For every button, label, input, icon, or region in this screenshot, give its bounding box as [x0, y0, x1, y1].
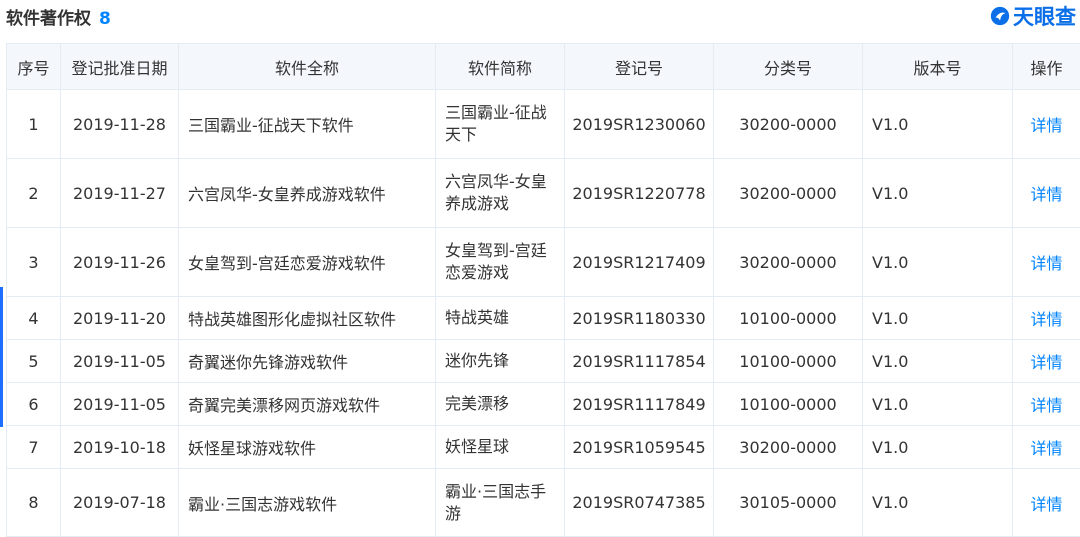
- row-reg-no: 2019SR1230060: [565, 90, 714, 159]
- row-class-no: 10100-0000: [714, 340, 863, 383]
- row-class-no: 30200-0000: [714, 426, 863, 469]
- section-title: 软件著作权 8: [6, 4, 111, 29]
- row-date: 2019-11-27: [61, 159, 179, 228]
- row-reg-no: 2019SR1180330: [565, 297, 714, 340]
- column-header-index: 序号: [7, 44, 61, 90]
- row-version: V1.0: [863, 90, 1013, 159]
- table-row: 8 2019-07-18 霸业·三国志游戏软件 霸业·三国志手游 2019SR0…: [7, 469, 1080, 537]
- row-reg-no: 2019SR0747385: [565, 469, 714, 537]
- row-date: 2019-11-28: [61, 90, 179, 159]
- table-row: 3 2019-11-26 女皇驾到-宫廷恋爱游戏软件 女皇驾到-宫廷恋爱游戏 2…: [7, 228, 1080, 297]
- column-header-reg-no: 登记号: [565, 44, 714, 90]
- table-row: 5 2019-11-05 奇翼迷你先锋游戏软件 迷你先锋 2019SR11178…: [7, 340, 1080, 383]
- row-reg-no: 2019SR1220778: [565, 159, 714, 228]
- details-link[interactable]: 详情: [1013, 228, 1080, 297]
- row-class-no: 30200-0000: [714, 228, 863, 297]
- row-date: 2019-11-05: [61, 383, 179, 426]
- row-version: V1.0: [863, 469, 1013, 537]
- table-row: 7 2019-10-18 妖怪星球游戏软件 妖怪星球 2019SR1059545…: [7, 426, 1080, 469]
- row-version: V1.0: [863, 228, 1013, 297]
- row-class-no: 30105-0000: [714, 469, 863, 537]
- column-header-class-no: 分类号: [714, 44, 863, 90]
- row-short-name: 迷你先锋: [436, 340, 565, 383]
- row-class-no: 30200-0000: [714, 90, 863, 159]
- table-row: 4 2019-11-20 特战英雄图形化虚拟社区软件 特战英雄 2019SR11…: [7, 297, 1080, 340]
- row-full-name: 妖怪星球游戏软件: [179, 426, 436, 469]
- section-title-text: 软件著作权: [6, 9, 91, 29]
- row-date: 2019-10-18: [61, 426, 179, 469]
- row-full-name: 六宫凤华-女皇养成游戏软件: [179, 159, 436, 228]
- table-row: 1 2019-11-28 三国霸业-征战天下软件 三国霸业-征战天下 2019S…: [7, 90, 1080, 159]
- row-short-name: 妖怪星球: [436, 426, 565, 469]
- row-date: 2019-07-18: [61, 469, 179, 537]
- table-header-row: 序号 登记批准日期 软件全称 软件简称 登记号 分类号 版本号 操作: [7, 44, 1080, 90]
- column-header-date: 登记批准日期: [61, 44, 179, 90]
- details-link[interactable]: 详情: [1013, 297, 1080, 340]
- row-date: 2019-11-05: [61, 340, 179, 383]
- details-link[interactable]: 详情: [1013, 159, 1080, 228]
- row-index: 2: [7, 159, 61, 228]
- row-class-no: 10100-0000: [714, 383, 863, 426]
- row-class-no: 10100-0000: [714, 297, 863, 340]
- column-header-full-name: 软件全称: [179, 44, 436, 90]
- row-reg-no: 2019SR1217409: [565, 228, 714, 297]
- row-reg-no: 2019SR1117849: [565, 383, 714, 426]
- row-full-name: 奇翼迷你先锋游戏软件: [179, 340, 436, 383]
- row-index: 6: [7, 383, 61, 426]
- row-full-name: 奇翼完美漂移网页游戏软件: [179, 383, 436, 426]
- row-index: 5: [7, 340, 61, 383]
- details-link[interactable]: 详情: [1013, 340, 1080, 383]
- brand-logo-text: 天眼查: [1013, 1, 1076, 31]
- details-link[interactable]: 详情: [1013, 426, 1080, 469]
- row-date: 2019-11-20: [61, 297, 179, 340]
- row-version: V1.0: [863, 297, 1013, 340]
- brand-logo: 天眼查: [989, 2, 1076, 30]
- row-short-name: 女皇驾到-宫廷恋爱游戏: [436, 228, 565, 297]
- column-header-version: 版本号: [863, 44, 1013, 90]
- scroll-indicator: [0, 287, 3, 427]
- row-version: V1.0: [863, 426, 1013, 469]
- row-version: V1.0: [863, 159, 1013, 228]
- row-full-name: 霸业·三国志游戏软件: [179, 469, 436, 537]
- section-header: 软件著作权 8 天眼查: [0, 0, 1080, 36]
- row-version: V1.0: [863, 340, 1013, 383]
- row-index: 3: [7, 228, 61, 297]
- record-count: 8: [99, 9, 111, 29]
- row-index: 1: [7, 90, 61, 159]
- details-link[interactable]: 详情: [1013, 469, 1080, 537]
- details-link[interactable]: 详情: [1013, 383, 1080, 426]
- row-index: 7: [7, 426, 61, 469]
- column-header-action: 操作: [1013, 44, 1080, 90]
- details-link[interactable]: 详情: [1013, 90, 1080, 159]
- row-index: 8: [7, 469, 61, 537]
- row-full-name: 女皇驾到-宫廷恋爱游戏软件: [179, 228, 436, 297]
- row-date: 2019-11-26: [61, 228, 179, 297]
- row-reg-no: 2019SR1059545: [565, 426, 714, 469]
- row-index: 4: [7, 297, 61, 340]
- table-row: 6 2019-11-05 奇翼完美漂移网页游戏软件 完美漂移 2019SR111…: [7, 383, 1080, 426]
- row-short-name: 六宫凤华-女皇养成游戏: [436, 159, 565, 228]
- row-short-name: 三国霸业-征战天下: [436, 90, 565, 159]
- row-reg-no: 2019SR1117854: [565, 340, 714, 383]
- tianyancha-logo-icon: [989, 5, 1011, 27]
- row-full-name: 特战英雄图形化虚拟社区软件: [179, 297, 436, 340]
- software-copyright-table: 序号 登记批准日期 软件全称 软件简称 登记号 分类号 版本号 操作 1 201…: [6, 43, 1080, 537]
- row-class-no: 30200-0000: [714, 159, 863, 228]
- table-row: 2 2019-11-27 六宫凤华-女皇养成游戏软件 六宫凤华-女皇养成游戏 2…: [7, 159, 1080, 228]
- row-full-name: 三国霸业-征战天下软件: [179, 90, 436, 159]
- row-short-name: 特战英雄: [436, 297, 565, 340]
- column-header-short-name: 软件简称: [436, 44, 565, 90]
- row-version: V1.0: [863, 383, 1013, 426]
- row-short-name: 完美漂移: [436, 383, 565, 426]
- row-short-name: 霸业·三国志手游: [436, 469, 565, 537]
